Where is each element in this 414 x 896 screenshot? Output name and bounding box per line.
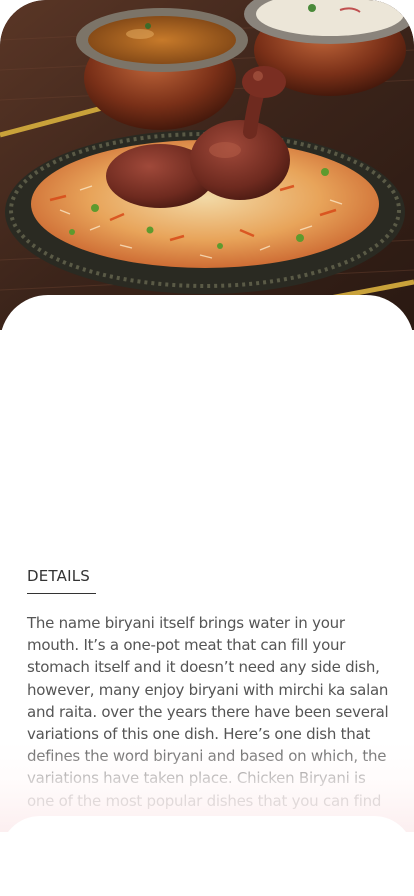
biryani-photo-illustration [0, 0, 414, 330]
bottom-panel [0, 816, 414, 896]
details-heading: DETAILS [27, 567, 90, 585]
details-underline [27, 593, 96, 594]
dish-hero-image [0, 0, 414, 330]
dish-description: The name biryani itself brings water in … [27, 614, 389, 832]
food-detail-screen: DETAILS The name biryani itself brings w… [0, 0, 414, 896]
